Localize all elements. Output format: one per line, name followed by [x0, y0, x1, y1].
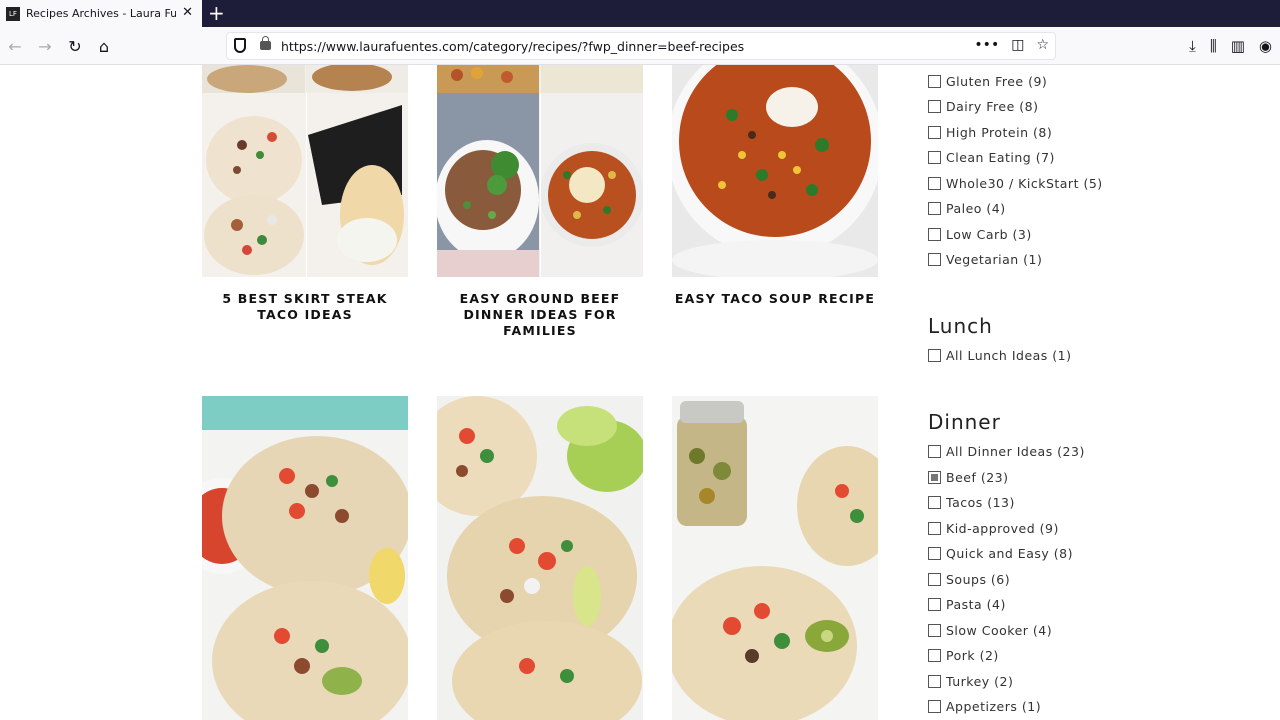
filter-checkbox[interactable] — [928, 99, 941, 113]
filter-label: Soups (6) — [946, 571, 1011, 587]
library-icon[interactable]: ⫼ — [1210, 37, 1217, 55]
home-button[interactable]: ⌂ — [94, 36, 114, 56]
filter-soups[interactable]: Soups (6) — [928, 570, 1010, 588]
back-button[interactable]: ← — [5, 36, 25, 56]
filter-label: Low Carb (3) — [946, 226, 1032, 242]
filter-label: Turkey (2) — [946, 673, 1014, 689]
filter-label: High Protein (8) — [946, 124, 1053, 140]
reload-button[interactable]: ↻ — [65, 36, 85, 56]
filter-checkbox[interactable] — [928, 521, 941, 535]
browser-tab[interactable]: LF Recipes Archives - Laura Fuentes ✕ — [0, 0, 202, 27]
filter-label: Tacos (13) — [946, 494, 1015, 510]
filter-label: Beef (23) — [946, 469, 1009, 485]
filter-whole30-kickstart[interactable]: Whole30 / KickStart (5) — [928, 174, 1103, 192]
filter-label: Pasta (4) — [946, 596, 1006, 612]
site-favicon-icon: LF — [6, 6, 20, 21]
filter-checkbox[interactable] — [928, 572, 941, 586]
filter-dairy-free[interactable]: Dairy Free (8) — [928, 97, 1038, 115]
filter-checkbox[interactable] — [928, 176, 941, 190]
filter-quick-and-easy[interactable]: Quick and Easy (8) — [928, 544, 1073, 562]
recipe-image-shredded-beef-tacos[interactable] — [202, 396, 408, 720]
navigation-bar: ← → ↻ ⌂ https://www.laurafuentes.com/cat… — [0, 27, 1280, 65]
filter-checkbox[interactable] — [928, 674, 941, 688]
filter-checkbox[interactable] — [928, 125, 941, 139]
filter-checkbox[interactable] — [928, 150, 941, 164]
recipe-image-skirt-steak-tacos[interactable] — [202, 65, 408, 277]
bookmark-star-icon[interactable]: ☆ — [1036, 37, 1049, 53]
filter-checkbox[interactable] — [928, 623, 941, 637]
sidebar-toggle-icon[interactable]: ▥ — [1231, 37, 1245, 55]
filter-low-carb[interactable]: Low Carb (3) — [928, 225, 1032, 243]
lunch-heading: Lunch — [928, 314, 993, 338]
filter-vegetarian[interactable]: Vegetarian (1) — [928, 250, 1042, 268]
page-content: 5 BEST SKIRT STEAK TACO IDEAS EASY GROUN… — [0, 65, 1280, 720]
filter-label: Whole30 / KickStart (5) — [946, 175, 1103, 191]
pocket-icon[interactable]: ◫ — [1011, 37, 1024, 53]
filter-checkbox[interactable] — [928, 648, 941, 662]
filter-label: Slow Cooker (4) — [946, 622, 1053, 638]
dinner-heading: Dinner — [928, 410, 1001, 434]
forward-button[interactable]: → — [35, 36, 55, 56]
filter-checkbox[interactable] — [928, 546, 941, 560]
filter-high-protein[interactable]: High Protein (8) — [928, 123, 1052, 141]
filter-pasta[interactable]: Pasta (4) — [928, 595, 1006, 613]
lock-icon[interactable] — [260, 36, 271, 50]
filter-appetizers[interactable]: Appetizers (1) — [928, 697, 1041, 715]
filter-checkbox[interactable] — [928, 252, 941, 266]
filter-all-lunch-ideas[interactable]: All Lunch Ideas (1) — [928, 346, 1072, 364]
filter-checkbox[interactable] — [928, 699, 941, 713]
recipe-title[interactable]: 5 BEST SKIRT STEAK TACO IDEAS — [202, 291, 408, 323]
recipe-title[interactable]: EASY GROUND BEEF DINNER IDEAS FOR FAMILI… — [437, 291, 643, 339]
filter-label: All Lunch Ideas (1) — [946, 347, 1072, 363]
filter-label: Quick and Easy (8) — [946, 545, 1073, 561]
filter-beef[interactable]: Beef (23) — [928, 468, 1009, 486]
filter-label: Gluten Free (9) — [946, 73, 1048, 89]
account-icon[interactable]: ◉ — [1259, 37, 1272, 55]
filter-label: Vegetarian (1) — [946, 251, 1043, 267]
filter-checkbox[interactable] — [928, 444, 941, 458]
filter-label: Paleo (4) — [946, 200, 1006, 216]
filter-checkbox[interactable] — [928, 348, 941, 362]
filter-label: Appetizers (1) — [946, 698, 1042, 714]
filter-pork[interactable]: Pork (2) — [928, 646, 999, 664]
filter-checkbox[interactable] — [928, 74, 941, 88]
page-actions-icon[interactable]: ••• — [974, 37, 999, 53]
recipe-image-jalapeno-tacos[interactable] — [672, 396, 878, 720]
filter-slow-cooker[interactable]: Slow Cooker (4) — [928, 621, 1052, 639]
tab-strip: LF Recipes Archives - Laura Fuentes ✕ + — [0, 0, 1280, 27]
filter-label: Kid-approved (9) — [946, 520, 1059, 536]
filter-checkbox[interactable] — [928, 201, 941, 215]
filter-checkbox[interactable] — [928, 227, 941, 241]
recipe-image-ground-beef[interactable] — [437, 65, 643, 277]
filter-label: All Dinner Ideas (23) — [946, 443, 1085, 459]
filter-checkbox[interactable] — [928, 597, 941, 611]
tracking-protection-shield-icon[interactable] — [234, 38, 246, 53]
recipe-title[interactable]: EASY TACO SOUP RECIPE — [672, 291, 878, 307]
new-tab-button[interactable]: + — [208, 2, 225, 24]
tab-title: Recipes Archives - Laura Fuentes — [26, 7, 176, 20]
filter-checkbox[interactable] — [928, 495, 941, 509]
filter-paleo[interactable]: Paleo (4) — [928, 199, 1006, 217]
url-bar[interactable]: https://www.laurafuentes.com/category/re… — [226, 32, 1056, 60]
filter-checkbox-checked[interactable] — [928, 470, 941, 484]
filter-gluten-free[interactable]: Gluten Free (9) — [928, 72, 1047, 90]
filter-tacos[interactable]: Tacos (13) — [928, 493, 1015, 511]
filter-clean-eating[interactable]: Clean Eating (7) — [928, 148, 1055, 166]
url-text[interactable]: https://www.laurafuentes.com/category/re… — [281, 39, 744, 54]
filter-label: Dairy Free (8) — [946, 98, 1039, 114]
filter-label: Clean Eating (7) — [946, 149, 1055, 165]
filter-all-dinner-ideas[interactable]: All Dinner Ideas (23) — [928, 442, 1085, 460]
recipe-image-taco-soup[interactable] — [672, 65, 878, 277]
recipe-image-carnitas-tacos[interactable] — [437, 396, 643, 720]
filter-turkey[interactable]: Turkey (2) — [928, 672, 1013, 690]
filter-label: Pork (2) — [946, 647, 999, 663]
close-tab-icon[interactable]: ✕ — [182, 5, 193, 20]
downloads-icon[interactable]: ⤓ — [1189, 37, 1196, 55]
filter-kid-approved[interactable]: Kid-approved (9) — [928, 519, 1059, 537]
